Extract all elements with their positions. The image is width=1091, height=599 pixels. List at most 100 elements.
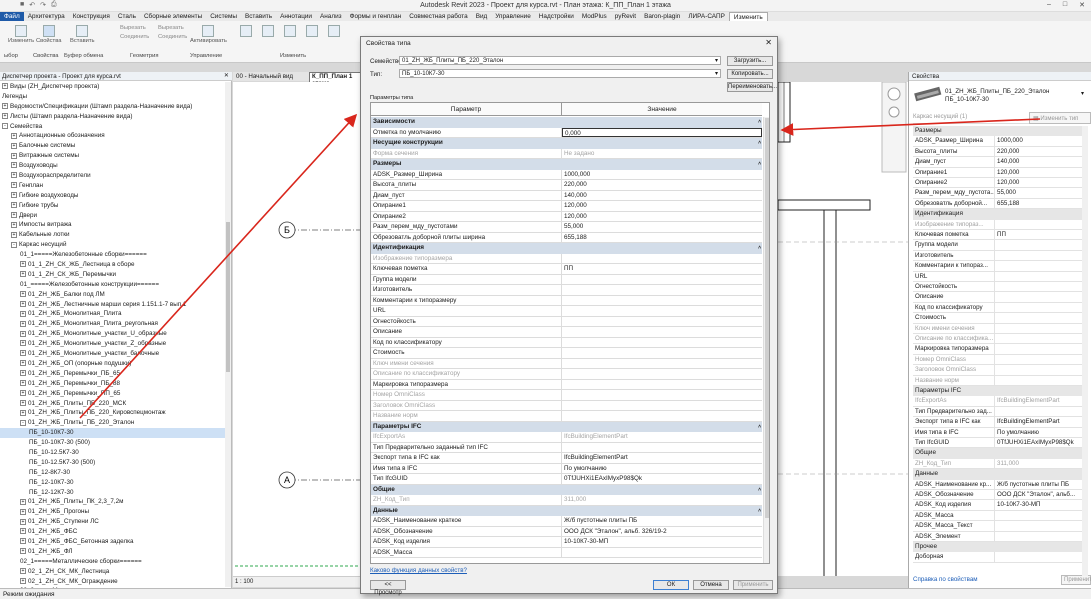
expand-icon[interactable]: + (11, 172, 17, 179)
property-group-header[interactable]: Данные (913, 469, 1082, 480)
parameter-value[interactable]: По умолчанию (562, 464, 762, 474)
tree-item[interactable]: + Виды (ZH_Диспетчер проекта) (0, 82, 230, 92)
dialog-help-link[interactable]: Каково функция данных свойств? (370, 567, 467, 574)
expand-icon[interactable]: + (20, 310, 26, 317)
tree-item[interactable]: + Листы (Штамп раздела-Назначение вида) (0, 112, 230, 122)
property-value[interactable] (995, 261, 1082, 270)
property-row[interactable]: Изготовитель (913, 250, 1082, 262)
expand-icon[interactable]: + (20, 518, 26, 525)
property-value[interactable] (995, 292, 1082, 301)
parameter-row[interactable]: Опирание2 120,000 (371, 211, 762, 222)
mirror-button[interactable] (306, 25, 318, 38)
ribbon-tab[interactable]: Baron-plagin (640, 12, 684, 21)
tree-item[interactable]: +01_ZH_ЖБ_Монолитные_участки_Z_образные (0, 339, 230, 349)
move-button[interactable] (240, 25, 252, 38)
parameter-value[interactable] (562, 285, 762, 295)
property-value[interactable] (995, 313, 1082, 322)
join-button[interactable]: Соединить (120, 34, 149, 40)
property-row[interactable]: Маркировка типоразмера (913, 344, 1082, 355)
property-row[interactable]: ADSK_Наименование кр... Ж/б пустотные пли… (913, 479, 1082, 490)
delete-button[interactable] (328, 25, 340, 38)
parameter-group-header[interactable]: Идентификация ˄ (371, 243, 762, 254)
ribbon-tab[interactable]: Надстройки (535, 12, 578, 21)
expand-icon[interactable]: + (11, 162, 17, 169)
tree-item[interactable]: +01_ZH_ЖБ_ФЛ (0, 547, 230, 557)
property-row[interactable]: Номер OmniClass (913, 354, 1082, 366)
property-value[interactable] (995, 511, 1082, 520)
property-value[interactable] (995, 344, 1082, 353)
parameter-value[interactable]: 1000,000 (562, 170, 762, 180)
parameter-group-header[interactable]: Общие ˄ (371, 484, 762, 496)
property-row[interactable]: ADSK_Масса (913, 510, 1082, 522)
properties-apply-button[interactable]: Применить (1061, 575, 1091, 585)
expand-icon[interactable]: + (20, 498, 26, 505)
parameter-row[interactable]: Диам_пуст 140,000 (371, 190, 762, 201)
parameter-value[interactable]: 655,188 (562, 233, 762, 243)
parameter-row[interactable]: Ключ имени сечения (371, 358, 762, 369)
drawing-canvas-left[interactable]: Б А (233, 82, 361, 576)
property-row[interactable]: Разм_перем_мду_пустота... 55,000 (913, 188, 1082, 199)
parameter-row[interactable]: IfcExportAs IfcBuildingElementPart (371, 432, 762, 443)
expand-icon[interactable]: + (20, 291, 26, 298)
property-row[interactable]: Ключевая пометка ПП (913, 230, 1082, 241)
tree-item[interactable]: - Семейства (0, 122, 230, 132)
expand-icon[interactable]: + (20, 271, 26, 278)
parameter-row[interactable]: Тип IfcGUID 0TfJUHXi1EAxIMyxP98$Qk (371, 474, 762, 485)
expand-icon[interactable]: + (11, 152, 17, 159)
expand-icon[interactable]: + (11, 132, 17, 139)
steering-wheel-icon[interactable] (887, 87, 901, 101)
tree-item[interactable]: +01_ZH_ЖБ_Монолитные_участки_балочные (0, 349, 230, 359)
expand-icon[interactable]: + (11, 202, 17, 209)
property-value[interactable] (995, 282, 1082, 291)
parameter-row[interactable]: Заголовок OmniClass (371, 400, 762, 411)
property-row[interactable]: Описание (913, 292, 1082, 303)
expand-icon[interactable]: + (20, 389, 26, 396)
tree-item[interactable]: +01_ZH_ЖБ_Перемычки_ПБ_88 (0, 379, 230, 389)
close-icon[interactable]: ✕ (224, 72, 229, 79)
collapse-icon[interactable]: - (20, 419, 26, 426)
tree-item[interactable]: ПБ_10-10К7-30 (0, 428, 230, 439)
collapse-icon[interactable]: ˄ (758, 485, 761, 496)
parameter-value[interactable]: 120,000 (562, 201, 762, 211)
parameter-row[interactable]: ZH_Код_Тип 311,000 (371, 495, 762, 506)
copy-tool-button[interactable] (262, 25, 274, 38)
parameter-row[interactable]: Группа модели (371, 274, 762, 285)
parameter-row[interactable]: Разм_перем_мду_пустотами 55,000 (371, 222, 762, 233)
tree-item[interactable]: +01_ZH_ЖБ_ФБС_Бетонная заделка (0, 537, 230, 547)
view-scale[interactable]: 1 : 100 (235, 579, 253, 585)
property-row[interactable]: Ключ имени сечения (913, 323, 1082, 334)
property-row[interactable]: Заголовок OmniClass (913, 365, 1082, 376)
ribbon-tab[interactable]: Совместная работа (405, 12, 471, 21)
collapse-icon[interactable]: ˄ (758, 138, 761, 149)
tree-item[interactable]: + Воздухораспределители (0, 171, 230, 181)
parameter-value[interactable] (562, 317, 762, 327)
scrollbar-thumb[interactable] (226, 222, 230, 372)
property-row[interactable]: IfcExportAs IfcBuildingElementPart (913, 396, 1082, 407)
property-row[interactable]: URL (913, 271, 1082, 282)
parameter-row[interactable]: Название норм (371, 411, 762, 422)
zoom-icon[interactable] (888, 106, 900, 118)
tree-item[interactable]: 01_1=====Железобетонные сборки====== (0, 250, 230, 260)
expand-icon[interactable]: + (20, 370, 26, 377)
properties-help-link[interactable]: Справка по свойствам (913, 576, 978, 583)
tree-item[interactable]: + Воздуховоды (0, 161, 230, 171)
property-value[interactable] (995, 303, 1082, 312)
property-row[interactable]: Огнестойкость (913, 282, 1082, 293)
tree-item[interactable]: +01_ZH_ЖБ_Ступени ЛС (0, 517, 230, 527)
parameter-row[interactable]: Изготовитель (371, 285, 762, 296)
parameter-value[interactable]: 55,000 (562, 222, 762, 232)
tree-item[interactable]: -01_ZH_ЖБ_Плиты_ПБ_220_Эталон (0, 418, 230, 428)
cut-button[interactable]: Вырезать (120, 25, 146, 31)
expand-icon[interactable]: + (11, 142, 17, 149)
chevron-down-icon[interactable]: ▾ (1081, 90, 1084, 97)
property-value[interactable]: 120,000 (995, 178, 1082, 187)
property-row[interactable]: Имя типа в IFC По умолчанию (913, 427, 1082, 438)
tree-item[interactable]: ПБ_12-10К7-30 (0, 478, 230, 488)
property-value[interactable] (995, 272, 1082, 281)
rename-button[interactable]: Переименовать... (727, 82, 777, 92)
tree-item[interactable]: + Витражные системы (0, 151, 230, 161)
table-scrollbar[interactable] (763, 117, 769, 563)
parameter-row[interactable]: Форма сечения Не задано (371, 148, 762, 159)
tree-item[interactable]: ПБ_12-12К7-30 (0, 488, 230, 498)
parameter-row[interactable]: Описание (371, 327, 762, 338)
